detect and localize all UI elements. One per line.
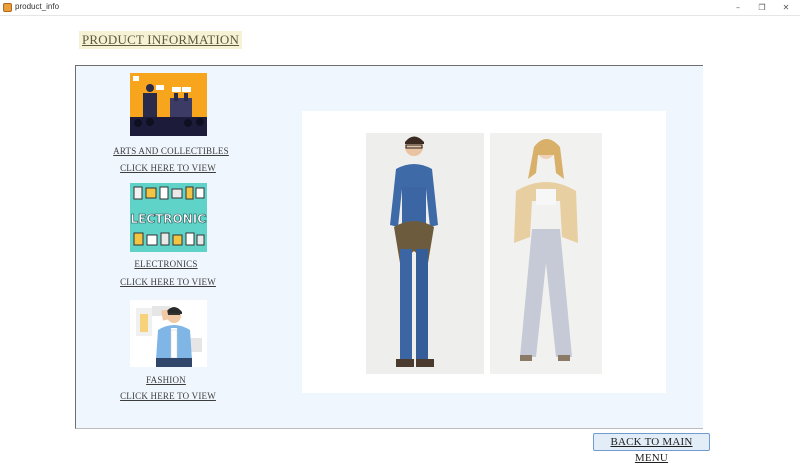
minimize-icon[interactable]: – — [726, 0, 750, 16]
category-label-electronics: ELECTRONICS — [134, 259, 198, 269]
window-title: product_info — [15, 2, 60, 11]
close-icon[interactable]: ✕ — [774, 0, 798, 16]
view-link-electronics[interactable]: CLICK HERE TO VIEW — [88, 277, 248, 287]
window-titlebar: product_info – ❐ ✕ — [0, 0, 800, 16]
view-link-fashion[interactable]: CLICK HERE TO VIEW — [88, 391, 248, 401]
electronics-banner-text: ELECTRONICS — [130, 212, 207, 226]
app-icon — [3, 3, 12, 12]
category-label-fashion: FASHION — [146, 375, 186, 385]
page-title: PRODUCT INFORMATION — [79, 31, 243, 49]
auction-illustration-icon[interactable] — [130, 73, 207, 136]
fashion-person-icon[interactable] — [130, 300, 207, 367]
fashion-sketch-image — [366, 133, 602, 374]
view-link-arts[interactable]: CLICK HERE TO VIEW — [88, 163, 248, 173]
maximize-icon[interactable]: ❐ — [750, 0, 774, 16]
back-to-main-menu-button[interactable]: BACK TO MAIN MENU — [593, 433, 710, 464]
category-label-arts: ARTS AND COLLECTIBLES — [113, 146, 229, 156]
electronics-banner-icon[interactable]: ELECTRONICS — [130, 183, 207, 252]
